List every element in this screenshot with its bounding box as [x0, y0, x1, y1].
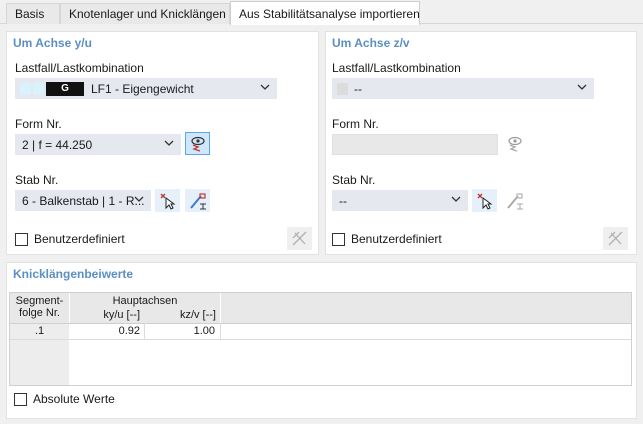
select-cursor-icon [160, 193, 176, 210]
divider [10, 323, 631, 324]
panel-title: Um Achse y/u [13, 36, 92, 50]
edit-lengths-icon [292, 231, 307, 246]
header-segment-line2: folge Nr. [19, 307, 60, 319]
color-swatch [20, 83, 31, 95]
table-cell-ky[interactable]: 0.92 [70, 325, 140, 337]
panel-axis-yu: Um Achse y/u Lastfall/Lastkombination G … [6, 31, 319, 255]
stab-value: 6 - Balkenstab | 1 - R... [22, 194, 145, 208]
userdef-label: Benutzerdefiniert [34, 232, 125, 246]
form-label: Form Nr. [15, 117, 62, 131]
pick-member-button[interactable] [472, 189, 497, 212]
header-empty [221, 293, 631, 323]
select-cursor-icon [477, 193, 493, 210]
tab-basis[interactable]: Basis [6, 3, 60, 24]
coefficients-table: Segment- folge Nr. Hauptachsen ky/u [--]… [9, 292, 632, 386]
show-mode-shape-button[interactable] [502, 132, 527, 155]
loadcase-select[interactable]: -- [332, 78, 594, 99]
form-label: Form Nr. [332, 117, 379, 131]
loadcase-badge: G [46, 82, 84, 96]
pick-member-button[interactable] [155, 189, 180, 212]
table-cell-segment: .1 [34, 325, 45, 337]
header-segment-line1: Segment- [15, 295, 64, 307]
header-ky: ky/u [--] [70, 309, 144, 323]
tab-bar: Basis Knotenlager und Knicklängen Aus St… [0, 0, 643, 25]
color-swatch [337, 83, 348, 95]
loadcase-label: Lastfall/Lastkombination [15, 61, 144, 75]
tab-knotenlager[interactable]: Knotenlager und Knicklängen [60, 3, 230, 24]
member-icon [190, 193, 206, 210]
tab-stabilitaetsanalyse[interactable]: Aus Stabilitätsanalyse importieren [230, 1, 420, 25]
edit-lengths-icon [608, 231, 623, 246]
loadcase-select[interactable]: G LF1 - Eigengewicht [15, 78, 277, 99]
loadcase-value: -- [354, 82, 362, 96]
stab-label: Stab Nr. [332, 173, 376, 187]
userdef-checkbox[interactable] [15, 233, 28, 246]
stab-value: -- [339, 194, 347, 208]
tab-label: Basis [15, 7, 45, 21]
absolute-values-checkbox[interactable] [14, 393, 27, 406]
member-icon [507, 193, 523, 210]
eye-icon [508, 136, 522, 152]
form-value: 2 | f = 44.250 [22, 138, 93, 152]
panel-axis-zv: Um Achse z/v Lastfall/Lastkombination --… [325, 31, 637, 255]
show-mode-shape-button[interactable] [185, 132, 210, 155]
stab-select[interactable]: 6 - Balkenstab | 1 - R... [15, 190, 151, 211]
divider [10, 339, 631, 340]
chevron-down-icon [577, 84, 587, 90]
form-select-disabled [332, 134, 498, 155]
eye-icon [191, 136, 205, 152]
absolute-values-label: Absolute Werte [33, 392, 115, 406]
divider [220, 323, 221, 339]
header-segment: Segment- folge Nr. [10, 293, 69, 323]
edit-disabled-button[interactable] [287, 227, 312, 250]
loadcase-label: Lastfall/Lastkombination [332, 61, 461, 75]
chevron-down-icon [451, 196, 461, 202]
form-select[interactable]: 2 | f = 44.250 [15, 134, 181, 155]
edit-disabled-button[interactable] [603, 227, 628, 250]
tab-label: Knotenlager und Knicklängen [69, 7, 226, 21]
stab-select[interactable]: -- [332, 190, 468, 211]
member-settings-button[interactable] [185, 189, 210, 212]
chevron-down-icon [260, 84, 270, 90]
header-kz: kz/v [--] [145, 309, 220, 323]
panel-title: Knicklängenbeiwerte [13, 267, 134, 281]
tab-label: Aus Stabilitätsanalyse importieren [239, 7, 420, 21]
userdef-checkbox[interactable] [332, 233, 345, 246]
table-cell-kz[interactable]: 1.00 [145, 325, 215, 337]
member-settings-button[interactable] [502, 189, 527, 212]
panel-title: Um Achse z/v [332, 36, 410, 50]
userdef-label: Benutzerdefiniert [351, 232, 442, 246]
loadcase-value: LF1 - Eigengewicht [91, 82, 194, 96]
stab-label: Stab Nr. [15, 173, 59, 187]
chevron-down-icon [134, 196, 144, 202]
header-hauptachsen: Hauptachsen [112, 295, 178, 307]
chevron-down-icon [164, 140, 174, 146]
color-swatch [33, 83, 44, 95]
